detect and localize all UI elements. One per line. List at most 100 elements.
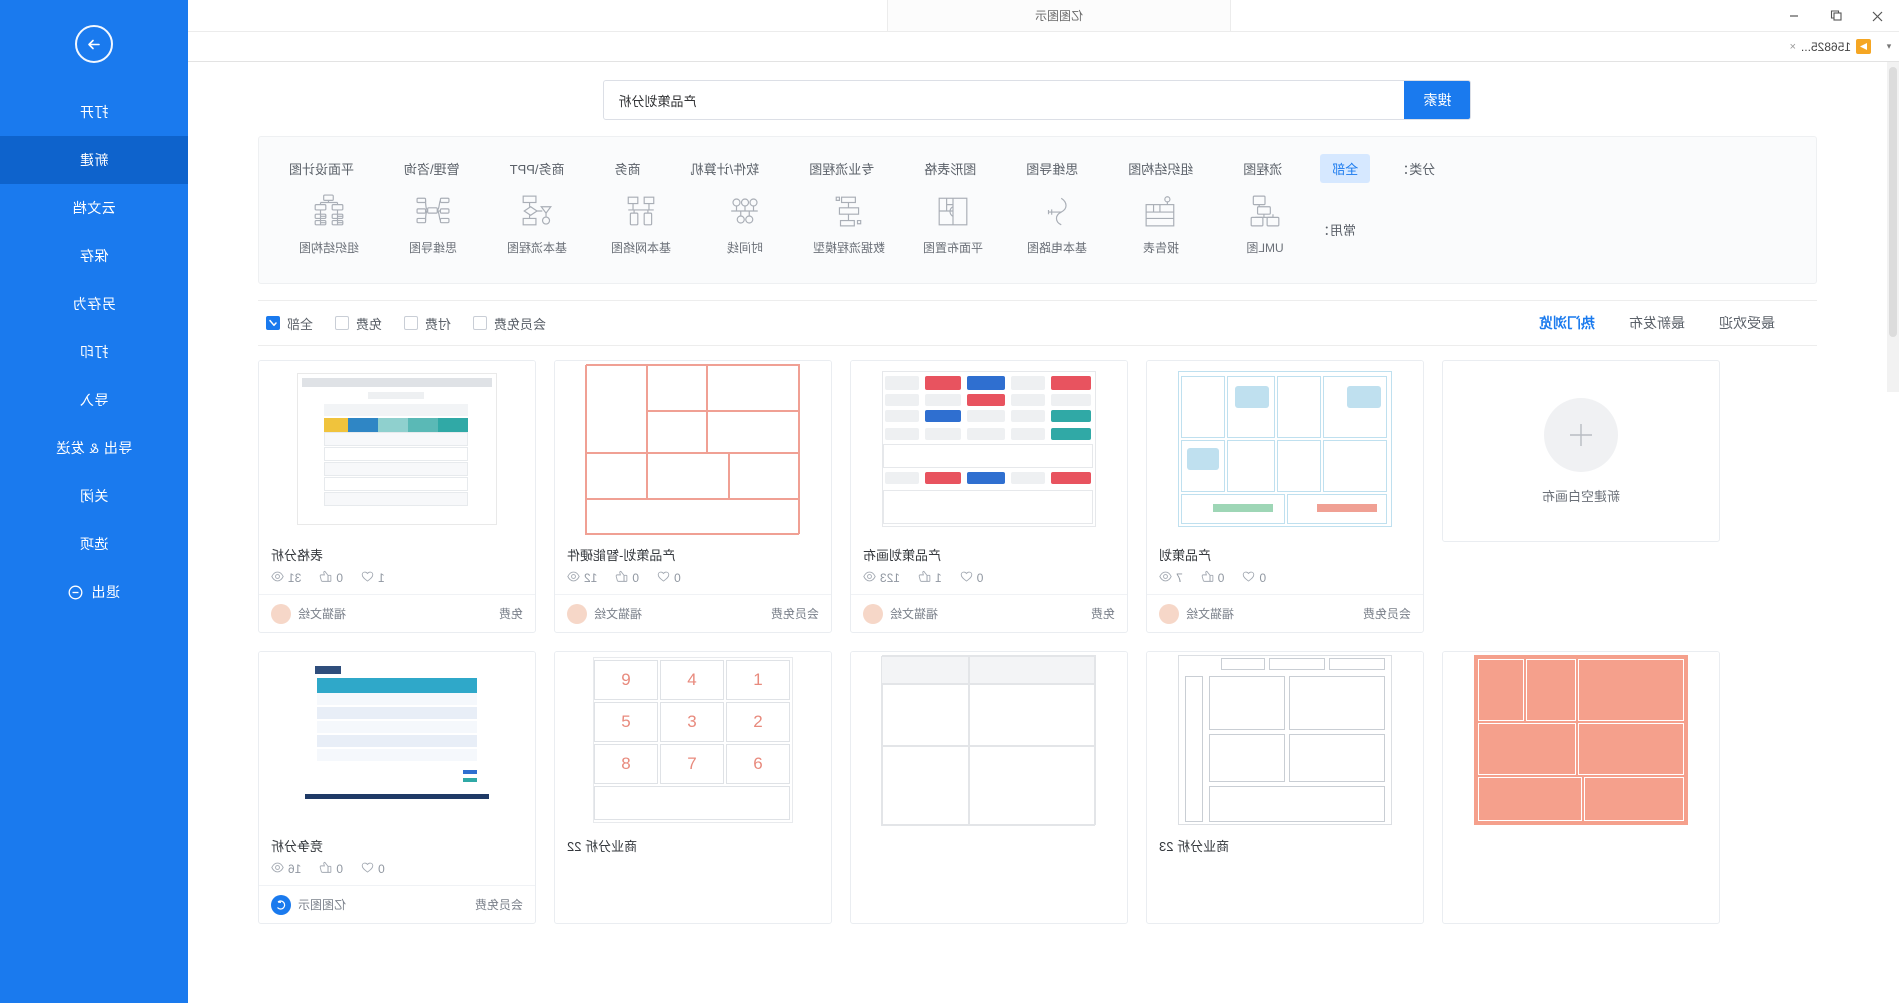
search-input[interactable] xyxy=(604,81,1405,119)
sidebar-item-1[interactable]: 新建 xyxy=(0,136,188,184)
sidebar-item-0[interactable]: 打开 xyxy=(0,88,188,136)
common-type-8[interactable]: 思维导图 xyxy=(381,189,485,256)
document-tab[interactable]: 156825... × xyxy=(1780,34,1881,60)
price-filter-0[interactable]: 全部 xyxy=(266,314,313,333)
checkbox[interactable] xyxy=(404,316,419,330)
likes-count: 0 xyxy=(336,862,344,876)
template-card[interactable]: 商业分析 23 xyxy=(1146,651,1424,924)
template-meta xyxy=(851,828,1127,844)
sidebar-item-4[interactable]: 另存为 xyxy=(0,280,188,328)
template-author[interactable]: 福猫文绘 xyxy=(271,603,346,624)
price-filter-3[interactable]: 会员免费 xyxy=(473,314,546,333)
template-thumbnail[interactable]: 149235678 xyxy=(555,652,831,828)
category-chip-10[interactable]: 平面设计图 xyxy=(277,154,366,183)
template-thumbnail[interactable] xyxy=(555,361,831,537)
template-thumbnail[interactable] xyxy=(1443,652,1719,828)
sidebar-item-8[interactable]: 关闭 xyxy=(0,472,188,520)
back-button[interactable] xyxy=(0,0,188,88)
scrollbar-thumb[interactable] xyxy=(1889,67,1897,337)
template-author[interactable]: 福猫文绘 xyxy=(1159,603,1234,624)
category-chip-2[interactable]: 组织结构图 xyxy=(1116,154,1205,183)
template-card[interactable] xyxy=(1442,651,1720,924)
common-type-5[interactable]: 时间线 xyxy=(693,189,797,256)
sidebar-item-5[interactable]: 打印 xyxy=(0,328,188,376)
sidebar-item-3[interactable]: 保存 xyxy=(0,232,188,280)
sidebar-item-6[interactable]: 导入 xyxy=(0,376,188,424)
template-card[interactable] xyxy=(850,651,1128,924)
likes-stat: 0 xyxy=(1201,570,1224,586)
category-chip-4[interactable]: 图形表格 xyxy=(912,154,988,183)
avatar xyxy=(271,894,291,915)
vertical-scrollbar[interactable] xyxy=(1887,62,1899,392)
sort-tab-0[interactable]: 热门浏览 xyxy=(1539,313,1595,333)
plus-icon xyxy=(1544,397,1618,472)
common-type-1[interactable]: 报告表 xyxy=(1109,189,1213,256)
common-type-label: 组织结构图 xyxy=(299,241,360,255)
category-chip-3[interactable]: 思维导图 xyxy=(1014,154,1090,183)
template-card[interactable]: 竞争分析 16 0 0 亿图图示 会员免费 xyxy=(258,651,536,924)
template-thumbnail[interactable] xyxy=(851,652,1127,828)
common-type-7[interactable]: 基本流程图 xyxy=(485,189,589,256)
sidebar-item-10[interactable]: 退出 xyxy=(0,568,188,616)
price-filter-1[interactable]: 免费 xyxy=(335,314,382,333)
favorites-count: 0 xyxy=(1259,571,1267,585)
price-filter-2[interactable]: 付费 xyxy=(404,314,451,333)
sort-tab-1[interactable]: 最新发布 xyxy=(1629,313,1685,333)
common-type-9[interactable]: 组织结构图 xyxy=(277,189,381,256)
template-thumbnail[interactable] xyxy=(259,652,535,828)
template-footer: 亿图图示 会员免费 xyxy=(259,885,535,923)
check-icon[interactable] xyxy=(266,316,280,330)
tab-close-icon[interactable]: × xyxy=(1790,41,1796,53)
template-price: 免费 xyxy=(498,607,523,621)
template-meta: 产品策划 7 0 0 xyxy=(1147,537,1423,594)
avatar xyxy=(1159,603,1179,624)
category-chip-9[interactable]: 管理\咨询 xyxy=(392,154,472,183)
common-type-3[interactable]: 平面布置图 xyxy=(901,189,1005,256)
uml-diagram-icon xyxy=(1247,189,1283,233)
favorites-count: 1 xyxy=(378,571,385,585)
template-title: 产品策划 xyxy=(1159,548,1212,563)
favorites-stat: 1 xyxy=(361,570,385,586)
common-type-4[interactable]: 数据流程模型 xyxy=(797,189,901,256)
category-chip-1[interactable]: 流程图 xyxy=(1231,154,1294,183)
sidebar-item-2[interactable]: 云文档 xyxy=(0,184,188,232)
template-footer: 福猫文绘 会员免费 xyxy=(555,594,831,632)
chevron-down-icon[interactable]: ▾ xyxy=(1881,41,1897,52)
price-filter-label: 免费 xyxy=(356,316,383,332)
new-blank-canvas-card[interactable]: 新建空白画布 xyxy=(1442,360,1720,542)
common-type-6[interactable]: 基本网络图 xyxy=(589,189,693,256)
template-author[interactable]: 福猫文绘 xyxy=(567,603,642,624)
template-card[interactable]: 产品策划-智能硬件 12 0 0 福猫文绘 会员免费 xyxy=(554,360,832,633)
likes-count: 0 xyxy=(632,571,640,585)
template-card[interactable]: 产品策划画布 123 1 0 福猫文绘 免费 xyxy=(850,360,1128,633)
checkbox[interactable] xyxy=(473,316,488,330)
arrow-right-circle-icon xyxy=(75,25,113,63)
template-grid: 表格分析 31 0 1 福猫文绘 免费 产品策划-智能硬件 12 0 0 福猫文绘 会员免费 产品策… xyxy=(258,360,1817,924)
template-thumbnail[interactable] xyxy=(1147,652,1423,828)
template-card[interactable]: 149235678 商业分析 22 xyxy=(554,651,832,924)
template-thumbnail[interactable] xyxy=(851,361,1127,537)
circuit-diagram-icon xyxy=(1039,189,1075,233)
likes-stat-icon xyxy=(319,570,332,586)
sidebar-item-7[interactable]: 导出 & 发送 xyxy=(0,424,188,472)
template-thumbnail[interactable] xyxy=(1147,361,1423,537)
category-chip-6[interactable]: 软件/计算机 xyxy=(679,154,772,183)
category-chip-5[interactable]: 专业流程图 xyxy=(797,154,886,183)
checkbox[interactable] xyxy=(335,316,350,330)
sidebar-item-9[interactable]: 选项 xyxy=(0,520,188,568)
template-card[interactable]: 产品策划 7 0 0 福猫文绘 会员免费 xyxy=(1146,360,1424,633)
common-type-2[interactable]: 基本电路图 xyxy=(1005,189,1109,256)
minimize-icon[interactable] xyxy=(1773,0,1815,32)
template-thumbnail[interactable] xyxy=(259,361,535,537)
template-author[interactable]: 亿图图示 xyxy=(271,894,346,915)
category-chip-8[interactable]: 商务\PPT xyxy=(498,154,577,183)
common-type-0[interactable]: UML图 xyxy=(1213,189,1317,256)
close-icon[interactable] xyxy=(1857,0,1899,32)
restore-icon[interactable] xyxy=(1815,0,1857,32)
category-chip-7[interactable]: 商务 xyxy=(603,154,653,183)
template-author[interactable]: 福猫文绘 xyxy=(863,603,938,624)
category-chip-0[interactable]: 全部 xyxy=(1320,153,1371,183)
search-button[interactable]: 搜索 xyxy=(1404,80,1471,120)
template-card[interactable]: 表格分析 31 0 1 福猫文绘 免费 xyxy=(258,360,536,633)
sort-tab-2[interactable]: 最受欢迎 xyxy=(1719,313,1775,333)
